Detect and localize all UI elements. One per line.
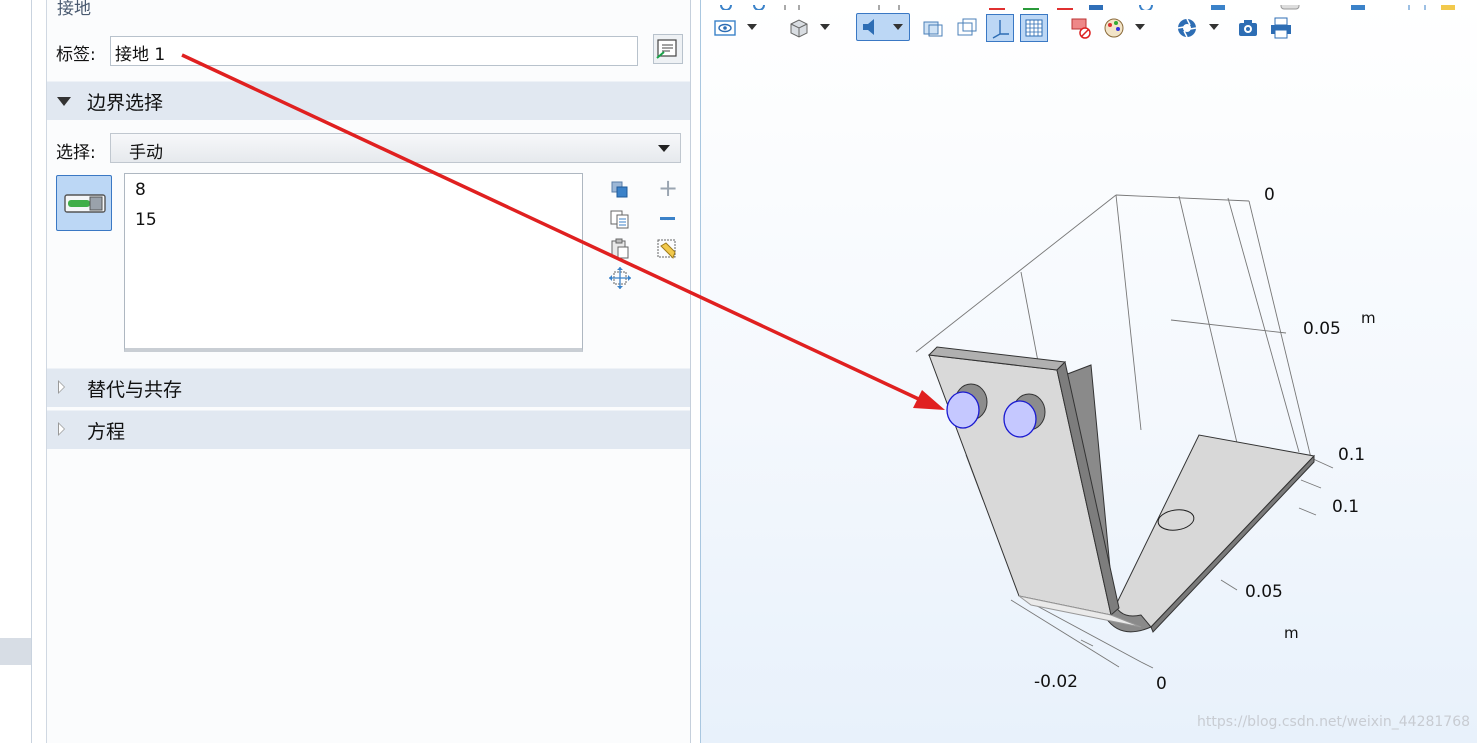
expand-icon bbox=[58, 422, 65, 436]
clear-selection-icon[interactable] bbox=[655, 237, 679, 261]
axis-tick-label: 0.1 bbox=[1338, 445, 1366, 465]
expand-icon bbox=[58, 380, 65, 394]
document-edit-icon bbox=[656, 39, 677, 59]
list-item[interactable]: 15 bbox=[135, 210, 157, 230]
panel-title: 接地 bbox=[57, 0, 91, 19]
copy-selection-icon[interactable] bbox=[608, 178, 632, 202]
add-icon[interactable]: + bbox=[658, 176, 678, 200]
graphics-window[interactable]: 0 0.05 m 0.1 0.1 0.05 m -0.02 0 https://… bbox=[700, 0, 1477, 743]
section-title: 方程 bbox=[87, 421, 126, 443]
label-input[interactable]: 接地 1 bbox=[110, 36, 638, 66]
section-equation[interactable]: 方程 bbox=[47, 410, 690, 449]
clipboard-icon[interactable] bbox=[608, 237, 632, 261]
axis-tick-label: 0.05 bbox=[1245, 582, 1283, 602]
selection-dropdown-value: 手动 bbox=[129, 143, 163, 163]
remove-icon[interactable] bbox=[660, 217, 675, 220]
activate-selection-toggle[interactable] bbox=[56, 175, 112, 231]
axis-tick-label: 0.1 bbox=[1332, 497, 1360, 517]
label-settings-button[interactable] bbox=[653, 34, 683, 64]
selected-boundary-15[interactable] bbox=[1003, 400, 1037, 438]
selection-dropdown[interactable]: 手动 bbox=[110, 133, 681, 163]
section-boundary-selection[interactable]: 边界选择 bbox=[47, 81, 690, 120]
axis-tick-label: 0 bbox=[1264, 185, 1275, 205]
selected-boundary-8[interactable] bbox=[946, 391, 980, 429]
section-override-coexistence[interactable]: 替代与共存 bbox=[47, 368, 690, 407]
selection-caption: 选择: bbox=[56, 143, 96, 163]
axis-unit-label: m bbox=[1361, 309, 1376, 327]
settings-panel: 接地 标签: 接地 1 边界选择 选择: 手动 8 15 + 替代与共存 方程 bbox=[47, 0, 691, 743]
model-geometry-view[interactable] bbox=[701, 0, 1477, 743]
model-tree-selected-row[interactable] bbox=[0, 638, 31, 665]
chevron-down-icon bbox=[658, 145, 670, 152]
toggle-switch-icon bbox=[64, 194, 106, 213]
section-title: 替代与共存 bbox=[87, 379, 183, 401]
section-title: 边界选择 bbox=[87, 92, 164, 114]
collapse-icon bbox=[57, 97, 71, 106]
selection-list[interactable]: 8 15 bbox=[124, 173, 583, 352]
watermark: https://blog.csdn.net/weixin_44281768 bbox=[1197, 714, 1471, 730]
list-item[interactable]: 8 bbox=[135, 180, 146, 200]
zoom-to-selection-icon[interactable] bbox=[608, 266, 632, 290]
axis-tick-label: 0 bbox=[1156, 674, 1167, 694]
panel-splitter[interactable] bbox=[32, 0, 47, 743]
axis-unit-label: m bbox=[1284, 624, 1299, 642]
label-caption: 标签: bbox=[56, 45, 96, 65]
model-tree-strip[interactable] bbox=[0, 0, 32, 743]
axis-tick-label: -0.02 bbox=[1034, 672, 1078, 692]
paste-list-icon[interactable] bbox=[608, 207, 632, 231]
axis-tick-label: 0.05 bbox=[1303, 319, 1341, 339]
bracket-base-plate bbox=[1110, 434, 1316, 633]
